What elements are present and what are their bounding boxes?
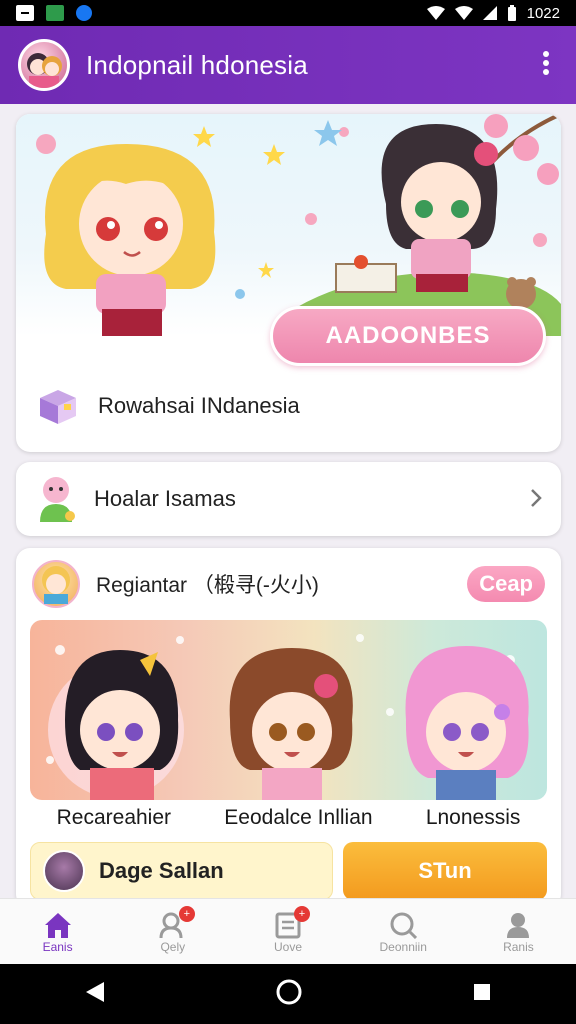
box-icon <box>40 390 76 424</box>
person-icon <box>502 910 534 940</box>
bottom-nav: Eanis + Qely + Uove Deonniin Ranis <box>0 898 576 964</box>
nav-label: Qely <box>160 939 186 954</box>
app-bar: Indopnail hdonesia <box>0 26 576 104</box>
nav-search[interactable]: Deonniin <box>346 899 461 964</box>
hero-illustration <box>16 114 561 336</box>
notification-badge: + <box>294 905 310 922</box>
home-circle-icon[interactable] <box>275 978 303 1011</box>
battery-icon <box>507 5 516 21</box>
character-names: Recareahier Eeodalce Inllian Lnonessis <box>30 806 547 830</box>
back-icon[interactable] <box>84 980 106 1009</box>
signal-icon <box>426 6 445 20</box>
hero-action-button[interactable]: AADOONBES <box>270 306 546 366</box>
group-title: Regiantar （椴寻(-火小) <box>96 574 319 597</box>
card2-label: Hoalar Isamas <box>94 486 236 511</box>
overflow-menu-icon[interactable] <box>534 50 558 80</box>
group-pill-button[interactable]: Ceap <box>467 566 545 602</box>
app-avatar[interactable] <box>18 39 70 91</box>
nav-label: Uove <box>274 939 303 954</box>
nav-home[interactable]: Eanis <box>0 899 115 964</box>
person-sticker-icon <box>40 477 75 522</box>
nav-label: Deonniin <box>379 939 427 954</box>
document-icon: + <box>272 905 310 940</box>
group-actions: Dage Sallan STun <box>30 842 547 898</box>
character-name[interactable]: Recareahier <box>57 806 171 830</box>
featured-card[interactable]: AADOONBES Rowahsai INdanesia <box>16 114 561 452</box>
page-avatar <box>43 850 85 892</box>
group-avatar[interactable] <box>32 560 80 608</box>
search-icon <box>387 910 419 940</box>
system-nav-bar <box>0 964 576 1024</box>
page-label: Dage Sallan <box>99 858 224 883</box>
group-header: Regiantar （椴寻(-火小) Ceap <box>32 560 545 608</box>
stun-button[interactable]: STun <box>343 842 547 898</box>
messenger-icon <box>76 5 92 21</box>
notification-icon <box>16 5 34 21</box>
cell-icon <box>482 6 497 20</box>
list-card[interactable]: Hoalar Isamas <box>16 462 561 536</box>
group-card[interactable]: Regiantar （椴寻(-火小) Ceap Recareahier Eeod… <box>16 548 561 898</box>
character-gallery[interactable] <box>30 620 547 800</box>
app-title: Indopnail hdonesia <box>86 49 308 80</box>
status-bar: 1022 <box>0 0 576 26</box>
user-add-icon: + <box>157 905 195 940</box>
recents-icon[interactable] <box>472 982 492 1007</box>
card1-row[interactable]: Rowahsai INdanesia <box>36 386 300 426</box>
card1-label: Rowahsai INdanesia <box>98 393 300 418</box>
character-name[interactable]: Eeodalce Inllian <box>224 806 372 830</box>
nav-label: Eanis <box>42 939 73 954</box>
notification-badge: + <box>178 905 195 922</box>
main-content[interactable]: AADOONBES Rowahsai INdanesia Hoalar Isam… <box>0 104 576 898</box>
nav-profile[interactable]: Ranis <box>461 899 576 964</box>
app-notification-icon <box>46 5 64 21</box>
wifi-icon <box>454 6 473 20</box>
chevron-right-icon[interactable] <box>529 484 543 515</box>
nav-label: Ranis <box>503 939 534 954</box>
clock: 1022 <box>526 4 560 22</box>
nav-document[interactable]: + Uove <box>230 899 345 964</box>
home-icon <box>42 910 74 940</box>
page-button[interactable]: Dage Sallan <box>30 842 333 898</box>
character-name[interactable]: Lnonessis <box>426 806 521 830</box>
nav-add-user[interactable]: + Qely <box>115 899 230 964</box>
